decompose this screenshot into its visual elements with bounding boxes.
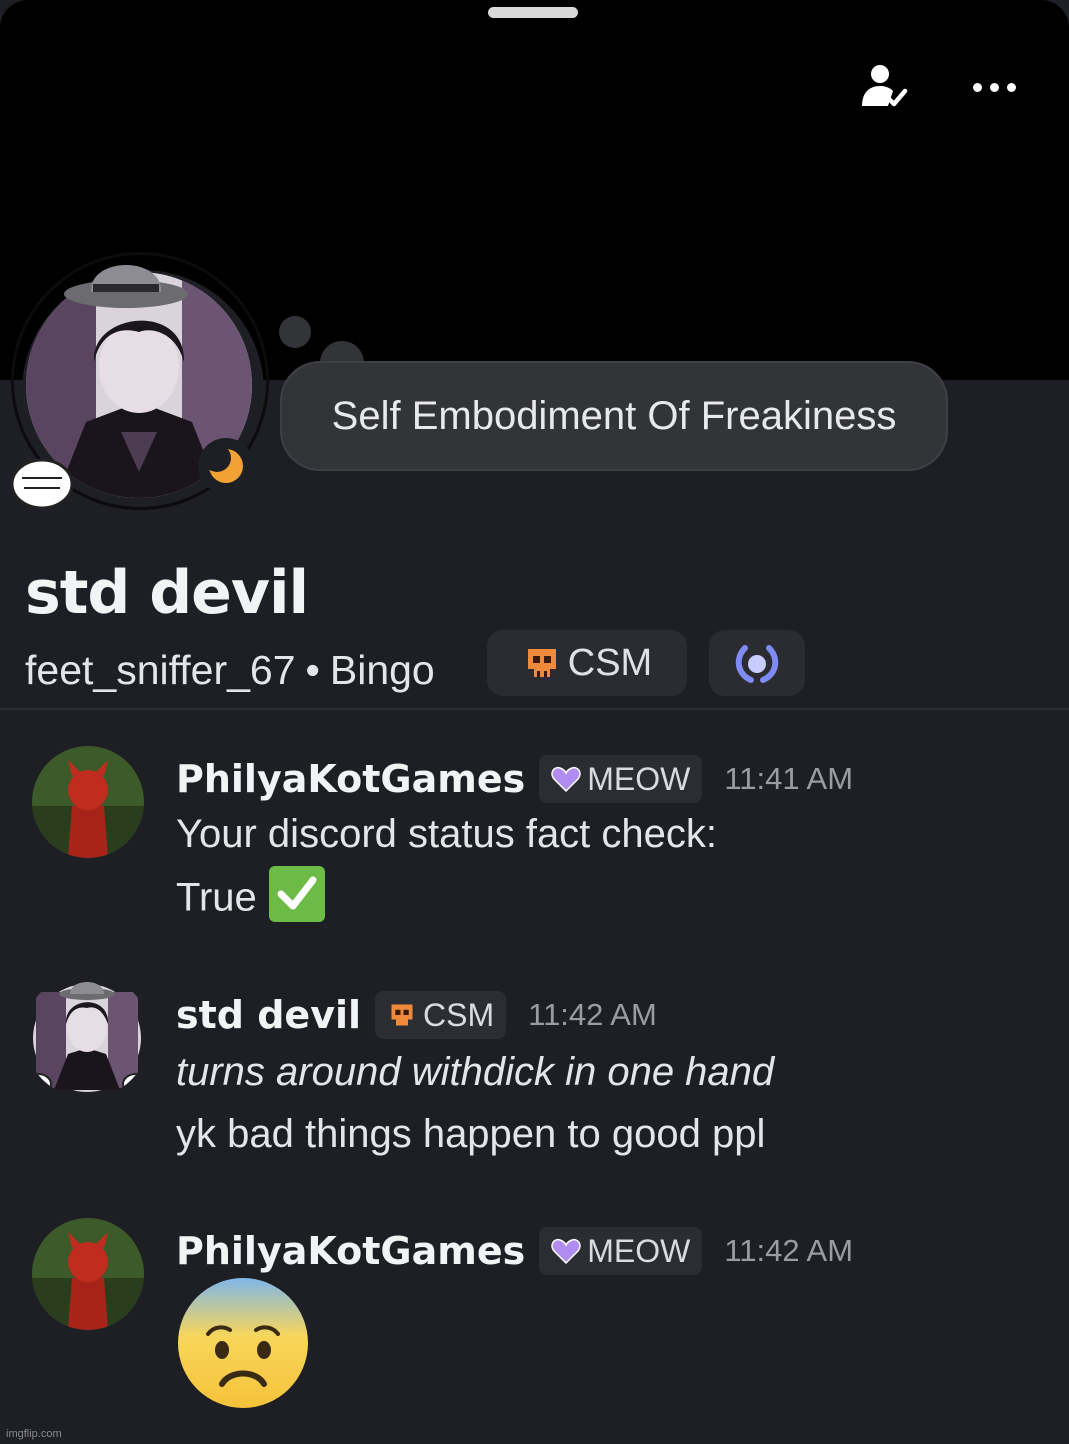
avatar[interactable] — [24, 972, 150, 1098]
friend-status-button[interactable] — [855, 62, 911, 112]
role-tag[interactable]: CSM — [375, 991, 507, 1039]
message-timestamp: 11:42 AM — [528, 997, 657, 1032]
hat-decoration-icon — [64, 265, 188, 308]
message-author[interactable]: std devil — [176, 993, 361, 1037]
role-tag[interactable]: MEOW — [539, 755, 703, 803]
role-tag-label: CSM — [423, 996, 495, 1033]
skull-icon — [391, 1004, 413, 1026]
section-divider — [0, 708, 1069, 710]
role-tag[interactable]: MEOW — [539, 1227, 703, 1275]
message-timestamp: 11:42 AM — [724, 1233, 854, 1268]
message-text: yk bad things happen to good ppl — [176, 1112, 766, 1156]
separator: • — [305, 646, 320, 693]
watermark: imgflip.com — [6, 1428, 62, 1440]
avatar[interactable] — [32, 746, 144, 858]
heart-icon — [551, 766, 582, 793]
role-tag-label: MEOW — [587, 760, 691, 797]
message-header: PhilyaKotGames MEOW 11:41 AM — [176, 752, 853, 806]
message-author[interactable]: PhilyaKotGames — [176, 1229, 525, 1273]
profile-avatar-wrap[interactable] — [6, 242, 269, 512]
avatar[interactable] — [32, 1218, 144, 1330]
moon-icon — [206, 446, 243, 483]
profile-subline: feet_sniffer_67 • Bingo — [25, 640, 435, 700]
message-author[interactable]: PhilyaKotGames — [176, 757, 525, 801]
message-text: Your discord status fact check: — [176, 812, 718, 856]
glove-decoration-icon — [10, 458, 74, 510]
more-options-button[interactable] — [966, 62, 1022, 112]
role-tag-label: MEOW — [587, 1232, 691, 1269]
clan-tag-pill[interactable]: CSM — [487, 630, 687, 696]
clan-tag-label: CSM — [567, 641, 653, 684]
status-bubble-dot-small — [279, 316, 311, 348]
badge-pill[interactable] — [709, 630, 805, 696]
add-friend-check-icon — [862, 65, 908, 107]
profile-sheet: Self Embodiment Of Freakiness std devil … — [0, 0, 1069, 1444]
sheet-drag-handle[interactable] — [488, 7, 578, 18]
message-text-line: True — [176, 866, 325, 928]
message-header: PhilyaKotGames MEOW 11:42 AM — [176, 1224, 853, 1278]
message-text: True — [176, 875, 257, 920]
custom-status-text: Self Embodiment Of Freakiness — [331, 393, 897, 438]
heart-icon — [551, 1238, 582, 1265]
more-options-icon — [972, 82, 1016, 92]
custom-status-bubble[interactable]: Self Embodiment Of Freakiness — [280, 361, 948, 471]
skull-icon — [527, 649, 556, 677]
message-timestamp: 11:41 AM — [724, 761, 854, 796]
message-text: turns around withdick in one hand — [176, 1050, 775, 1094]
check-mark-emoji-icon — [268, 866, 325, 922]
username: feet_sniffer_67 — [25, 646, 296, 693]
anxious-face-emoji-icon[interactable] — [176, 1276, 310, 1410]
message-header: std devil CSM 11:42 AM — [176, 988, 657, 1042]
laurel-badge-icon — [735, 645, 779, 683]
pronoun-tag: Bingo — [329, 646, 435, 693]
status-idle-indicator — [198, 438, 254, 494]
display-name: std devil — [25, 558, 309, 628]
